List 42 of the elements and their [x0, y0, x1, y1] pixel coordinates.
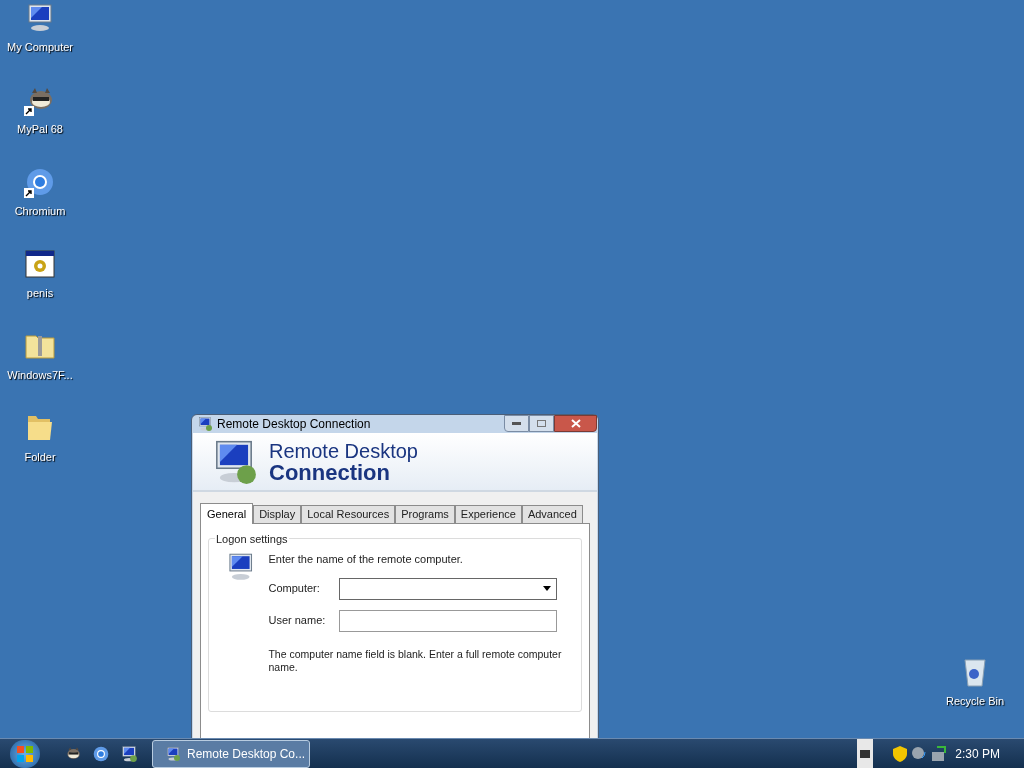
desktop-icon-label[interactable]: Folder — [24, 449, 56, 466]
remote-icon — [197, 416, 213, 433]
pinned-app-button[interactable] — [92, 744, 110, 763]
desktop-icon-label[interactable]: MyPal 68 — [17, 121, 63, 138]
chromium-icon — [92, 744, 110, 763]
shield-icon[interactable] — [893, 745, 908, 762]
computer-combo-box[interactable] — [339, 577, 558, 600]
field-label: Computer: — [268, 581, 321, 597]
clock[interactable]: 2:30 PM — [955, 744, 1000, 763]
windows-logo-icon — [17, 745, 33, 762]
window-title: Remote Desktop Connection — [217, 416, 371, 434]
remote-icon — [120, 744, 138, 763]
maximize-button[interactable] — [529, 415, 554, 432]
close-icon — [570, 419, 581, 428]
desktop-icon-label[interactable]: My Computer — [7, 39, 73, 56]
desktop-icon-label[interactable]: penis — [26, 285, 54, 302]
start-button[interactable] — [10, 739, 40, 768]
input-field[interactable] — [339, 609, 558, 632]
minimize-button[interactable] — [504, 415, 529, 432]
keyboard-tray-icon[interactable] — [857, 738, 874, 768]
tab[interactable]: Local Resources — [301, 505, 396, 523]
pinned-app-button[interactable] — [120, 744, 138, 763]
app-icon — [24, 248, 56, 280]
prompt-text: Enter the name of the remote computer. — [268, 552, 464, 567]
desktop-icon-label[interactable]: Recycle Bin — [945, 693, 1005, 710]
close-button[interactable] — [554, 415, 597, 432]
tab[interactable]: Programs — [395, 505, 455, 523]
note-text: The computer name field is blank. Enter a full remote computer name. — [268, 647, 563, 674]
tab[interactable]: Display — [253, 505, 302, 523]
desktop-icon-label[interactable]: Chromium — [14, 203, 66, 220]
tab[interactable]: General — [200, 503, 254, 524]
chromium-icon — [24, 166, 56, 198]
network-icon[interactable] — [931, 745, 948, 762]
tab[interactable]: Experience — [454, 505, 522, 523]
tab[interactable]: Advanced — [521, 505, 583, 523]
taskbar-task[interactable]: Remote Desktop Co... — [152, 739, 310, 768]
banner-title: Remote Desktop — [269, 439, 418, 462]
banner-subtitle: Connection — [269, 461, 390, 484]
dropdown-caret-icon — [543, 586, 552, 591]
desktop-icon-label[interactable]: Windows7F... — [7, 367, 73, 384]
remote-icon — [165, 745, 181, 762]
field-label: User name: — [268, 613, 327, 629]
